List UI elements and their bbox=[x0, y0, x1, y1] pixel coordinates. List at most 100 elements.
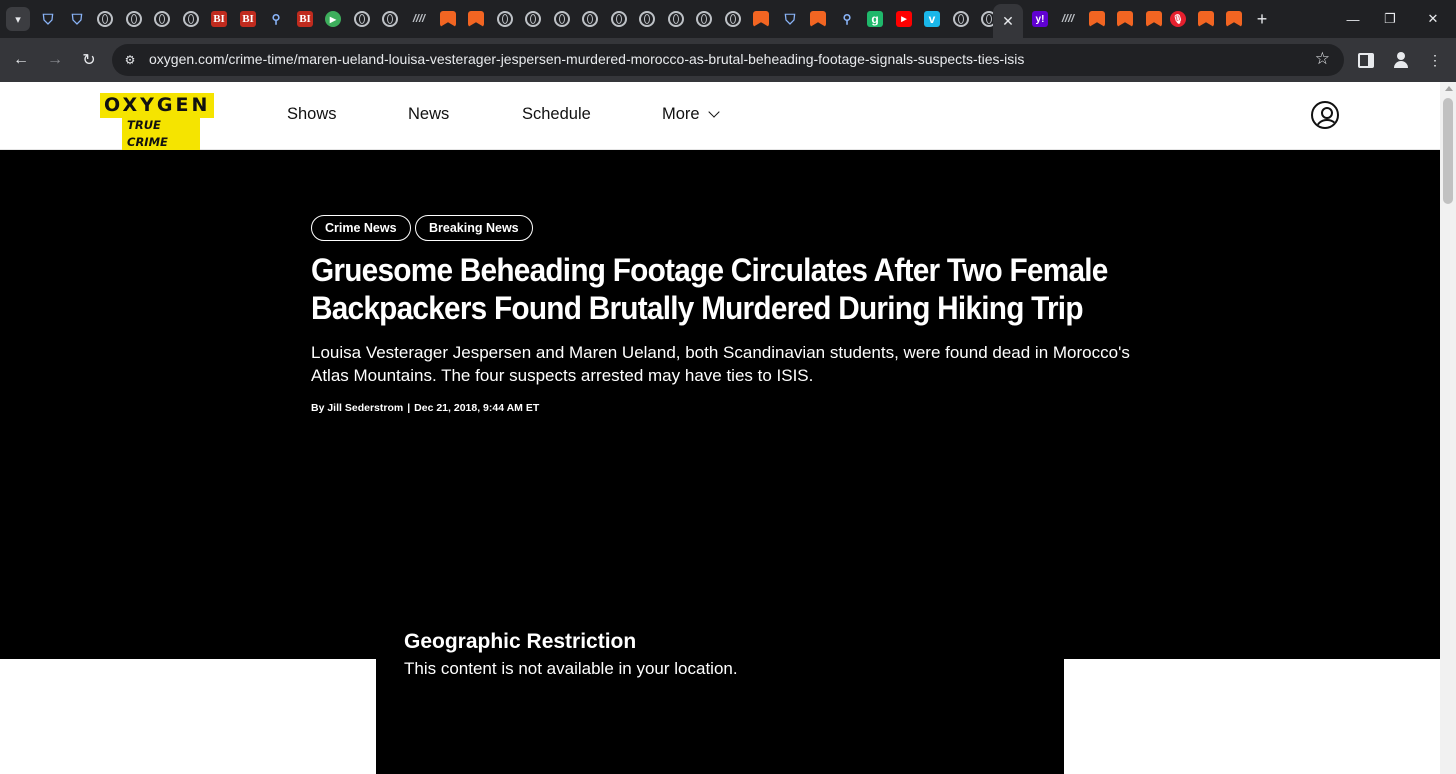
tab[interactable]: ▶ bbox=[319, 5, 347, 33]
browser-tab-strip: ▾ ⛉ ⛉ BI BI ⚲ BI ▶ //// ⛉ ⚲ g ▶ v ✕ y! /… bbox=[0, 0, 1456, 38]
globe-favicon-icon bbox=[953, 11, 969, 27]
tab[interactable] bbox=[491, 5, 519, 33]
tab[interactable]: ⛉ bbox=[34, 5, 62, 33]
globe-favicon-icon bbox=[497, 11, 513, 27]
tab[interactable]: BI bbox=[205, 5, 233, 33]
back-button[interactable]: ← bbox=[9, 48, 33, 72]
article-headline: Gruesome Beheading Footage Circulates Af… bbox=[311, 252, 1108, 326]
address-bar[interactable]: ⚙ oxygen.com/crime-time/maren-ueland-lou… bbox=[112, 44, 1344, 76]
side-panel-button[interactable] bbox=[1355, 49, 1377, 71]
podcast-favicon-icon: 🎙 bbox=[1170, 11, 1186, 27]
tab[interactable] bbox=[605, 5, 633, 33]
tab[interactable] bbox=[1111, 5, 1139, 33]
tab[interactable]: ⚲ bbox=[833, 5, 861, 33]
tab-search-button[interactable]: ▾ bbox=[6, 7, 30, 31]
chevron-down-icon bbox=[707, 106, 720, 118]
chevron-down-icon: ▾ bbox=[15, 13, 21, 26]
globe-favicon-icon bbox=[668, 11, 684, 27]
slash-favicon-icon: //// bbox=[1061, 13, 1075, 25]
shield-favicon-icon: ⛉ bbox=[784, 10, 796, 27]
tag-crime-news[interactable]: Crime News bbox=[311, 215, 411, 241]
nav-news[interactable]: News bbox=[408, 105, 449, 124]
bookmark-favicon-icon bbox=[1198, 11, 1214, 27]
tab[interactable] bbox=[576, 5, 604, 33]
close-tab-icon[interactable]: ✕ bbox=[1002, 13, 1014, 30]
new-tab-button[interactable]: + bbox=[1252, 9, 1272, 29]
tab[interactable] bbox=[662, 5, 690, 33]
youtube-favicon-icon: ▶ bbox=[896, 11, 912, 27]
tab[interactable] bbox=[804, 5, 832, 33]
globe-favicon-icon bbox=[611, 11, 627, 27]
globe-favicon-icon bbox=[354, 11, 370, 27]
tab[interactable] bbox=[690, 5, 718, 33]
profile-button[interactable] bbox=[1390, 49, 1412, 71]
nav-more-label: More bbox=[662, 105, 700, 123]
tab[interactable] bbox=[1192, 5, 1220, 33]
geo-restriction-title: Geographic Restriction bbox=[404, 630, 637, 653]
publish-date: Dec 21, 2018, 9:44 AM ET bbox=[414, 402, 540, 414]
tab[interactable] bbox=[548, 5, 576, 33]
author-name[interactable]: By Jill Sederstrom bbox=[311, 402, 403, 414]
tab[interactable] bbox=[434, 5, 462, 33]
vimeo-favicon-icon: v bbox=[924, 11, 940, 27]
tab[interactable] bbox=[1220, 5, 1248, 33]
g-favicon-icon: g bbox=[867, 11, 883, 27]
tab[interactable] bbox=[376, 5, 404, 33]
restore-button[interactable]: ❐ bbox=[1367, 0, 1413, 38]
browser-menu-button[interactable]: ⋮ bbox=[1424, 49, 1446, 71]
bookmark-star-icon[interactable]: ☆ bbox=[1315, 49, 1330, 69]
bi-favicon-icon: BI bbox=[211, 11, 227, 27]
tab[interactable]: BI bbox=[291, 5, 319, 33]
site-info-icon[interactable]: ⚙ bbox=[120, 50, 140, 70]
scroll-up-arrow-icon[interactable] bbox=[1445, 86, 1453, 91]
page-scrollbar[interactable] bbox=[1440, 82, 1456, 774]
bookmark-favicon-icon bbox=[753, 11, 769, 27]
active-tab[interactable]: ✕ bbox=[993, 4, 1023, 38]
tab[interactable]: BI bbox=[234, 5, 262, 33]
close-window-button[interactable]: ✕ bbox=[1410, 0, 1456, 38]
bookmark-favicon-icon bbox=[1117, 11, 1133, 27]
tab[interactable]: 🎙 bbox=[1164, 5, 1192, 33]
tab[interactable] bbox=[719, 5, 747, 33]
shield-favicon-icon: ⛉ bbox=[42, 10, 54, 27]
tab[interactable] bbox=[91, 5, 119, 33]
nav-more[interactable]: More bbox=[662, 105, 720, 124]
tab[interactable] bbox=[747, 5, 775, 33]
tab[interactable]: ⛉ bbox=[63, 5, 91, 33]
tab[interactable]: ⛉ bbox=[776, 5, 804, 33]
tab[interactable]: //// bbox=[405, 5, 433, 33]
scrollbar-thumb[interactable] bbox=[1443, 98, 1453, 204]
reload-button[interactable]: ↻ bbox=[77, 48, 101, 72]
forward-button[interactable]: → bbox=[43, 48, 67, 72]
tab[interactable]: //// bbox=[1054, 5, 1082, 33]
tab[interactable] bbox=[947, 5, 975, 33]
tab[interactable] bbox=[462, 5, 490, 33]
tab[interactable]: ▶ bbox=[890, 5, 918, 33]
tab[interactable]: v bbox=[918, 5, 946, 33]
globe-favicon-icon bbox=[382, 11, 398, 27]
oxygen-true-crime-logo[interactable]: OXYGEN TRUE CRIME bbox=[100, 93, 215, 152]
tab[interactable]: g bbox=[861, 5, 889, 33]
bookmark-favicon-icon bbox=[1146, 11, 1162, 27]
account-icon[interactable] bbox=[1311, 101, 1339, 129]
globe-favicon-icon bbox=[725, 11, 741, 27]
site-header: OXYGEN TRUE CRIME Shows News Schedule Mo… bbox=[0, 82, 1440, 152]
tab[interactable] bbox=[148, 5, 176, 33]
play-favicon-icon: ▶ bbox=[325, 11, 341, 27]
tab[interactable] bbox=[1083, 5, 1111, 33]
nav-schedule[interactable]: Schedule bbox=[522, 105, 591, 124]
tab[interactable] bbox=[348, 5, 376, 33]
geo-restriction-message: This content is not available in your lo… bbox=[404, 659, 738, 678]
tab[interactable]: ⚲ bbox=[262, 5, 290, 33]
tab[interactable]: y! bbox=[1026, 5, 1054, 33]
url-text[interactable]: oxygen.com/crime-time/maren-ueland-louis… bbox=[149, 51, 1024, 67]
tag-breaking-news[interactable]: Breaking News bbox=[415, 215, 533, 241]
search-favicon-icon: ⚲ bbox=[271, 12, 281, 26]
slash-favicon-icon: //// bbox=[412, 13, 426, 25]
tab[interactable] bbox=[177, 5, 205, 33]
tab[interactable] bbox=[519, 5, 547, 33]
tab[interactable] bbox=[633, 5, 661, 33]
nav-shows[interactable]: Shows bbox=[287, 105, 337, 124]
page-viewport: OXYGEN TRUE CRIME Shows News Schedule Mo… bbox=[0, 82, 1440, 774]
tab[interactable] bbox=[120, 5, 148, 33]
